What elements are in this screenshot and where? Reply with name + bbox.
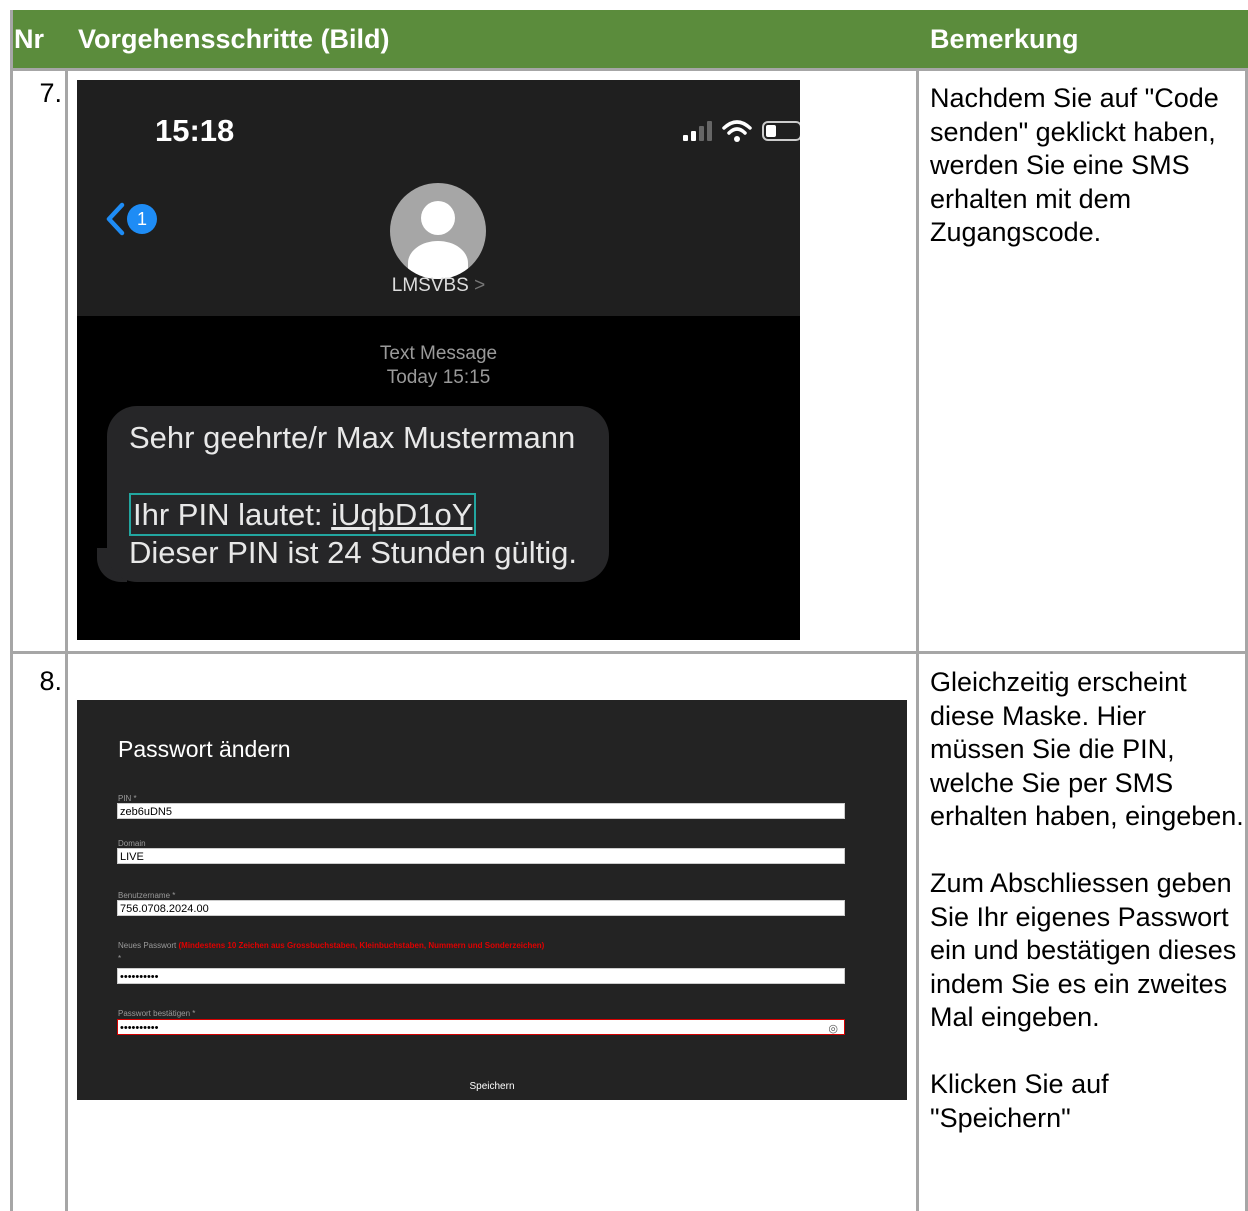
new-password-input[interactable]: •••••••••• xyxy=(117,968,845,984)
wifi-icon xyxy=(722,120,752,142)
remark-paragraph: Gleichzeitig erscheint diese Maske. Hier… xyxy=(930,667,1244,831)
chevron-right-icon: > xyxy=(474,275,486,296)
grid-line xyxy=(65,68,68,1211)
grid-line xyxy=(916,68,919,1211)
username-input[interactable]: 756.0708.2024.00 xyxy=(117,900,845,916)
pin-prefix: Ihr PIN lautet: xyxy=(133,497,332,532)
message-line: Ihr PIN lautet: iUqbD1oY xyxy=(129,493,477,536)
form-title: Passwort ändern xyxy=(118,736,291,762)
new-password-label: Neues Passwort (Mindestens 10 Zeichen au… xyxy=(118,941,544,950)
row-remark: Nachdem Sie auf "Code senden" geklickt h… xyxy=(930,82,1248,250)
new-password-label-text: Neues Passwort xyxy=(118,941,177,950)
row-remark: Gleichzeitig erscheint diese Maske. Hier… xyxy=(930,666,1248,1135)
grid-line xyxy=(10,68,1248,71)
domain-input[interactable]: LIVE xyxy=(117,848,845,864)
remark-paragraph: Klicken Sie auf "Speichern" xyxy=(930,1069,1109,1133)
username-label: Benutzername * xyxy=(118,891,176,900)
signal-icon xyxy=(683,121,712,141)
row-number: 7. xyxy=(39,78,62,108)
password-requirements-hint: (Mindestens 10 Zeichen aus Grossbuchstab… xyxy=(178,941,545,950)
status-icons xyxy=(683,118,800,144)
required-marker: * xyxy=(118,954,122,963)
status-time: 15:18 xyxy=(155,113,235,148)
grid-line xyxy=(10,10,13,1211)
confirm-password-input[interactable]: •••••••••• ◎ xyxy=(117,1019,845,1035)
pin-label: PIN * xyxy=(118,794,137,803)
message-line: Sehr geehrte/r Max Mustermann xyxy=(129,420,576,455)
header-remark: Bemerkung xyxy=(918,10,1248,68)
message-line: Dieser PIN ist 24 Stunden gültig. xyxy=(129,535,578,570)
row-number: 8. xyxy=(39,666,62,696)
header-nr: Nr xyxy=(10,10,66,68)
grid-line xyxy=(10,651,1248,654)
remark-paragraph: Nachdem Sie auf "Code senden" geklickt h… xyxy=(930,83,1219,247)
header-steps: Vorgehensschritte (Bild) xyxy=(66,10,918,68)
message-type: Text Message xyxy=(379,343,498,364)
domain-label: Domain xyxy=(118,839,146,848)
contact-name[interactable]: LMSVBS > xyxy=(77,275,800,297)
back-chevron-icon xyxy=(106,202,125,236)
confirm-password-label: Passwort bestätigen * xyxy=(118,1009,196,1018)
avatar-icon[interactable] xyxy=(390,183,486,279)
message-time: Today 15:15 xyxy=(386,367,491,388)
back-button[interactable]: 1 xyxy=(105,202,157,236)
battery-icon xyxy=(762,121,800,141)
sms-screenshot: 15:18 1 LMSVBS > Text Message Today 15:1… xyxy=(77,80,800,640)
unread-badge: 1 xyxy=(127,204,157,234)
pin-code[interactable]: iUqbD1oY xyxy=(331,497,472,532)
remark-paragraph: Zum Abschliessen geben Sie Ihr eigenes P… xyxy=(930,868,1237,1032)
pin-input[interactable]: zeb6uDN5 xyxy=(117,803,845,819)
contact-label: LMSVBS xyxy=(391,275,469,296)
confirm-password-value: •••••••••• xyxy=(120,1022,159,1034)
save-button[interactable]: Speichern xyxy=(77,1081,907,1092)
eye-icon[interactable]: ◎ xyxy=(828,1021,838,1037)
message-meta: Text Message Today 15:15 xyxy=(77,342,800,390)
password-change-form: Passwort ändern PIN * zeb6uDN5 Domain LI… xyxy=(77,700,907,1100)
